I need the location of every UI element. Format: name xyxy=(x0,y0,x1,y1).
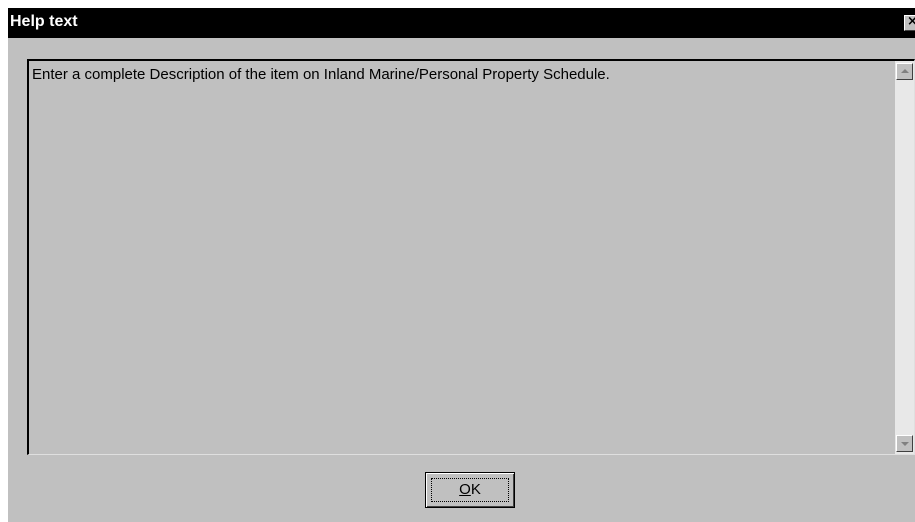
ok-button[interactable]: OK xyxy=(425,472,515,508)
help-text-content: Enter a complete Description of the item… xyxy=(32,66,610,83)
scroll-down-button[interactable] xyxy=(896,435,913,452)
help-text-area[interactable]: Enter a complete Description of the item… xyxy=(27,59,915,455)
scroll-down-arrow-icon xyxy=(901,442,909,446)
ok-mnemonic-letter: O xyxy=(459,481,471,498)
scroll-up-button[interactable] xyxy=(896,63,913,80)
scroll-up-arrow-icon xyxy=(901,69,909,73)
title-bar[interactable]: Help text × xyxy=(8,8,915,38)
close-button[interactable]: × xyxy=(904,14,915,31)
dialog-title: Help text xyxy=(10,13,78,30)
help-text-dialog: Help text × Enter a complete Description… xyxy=(8,8,915,522)
vertical-scrollbar[interactable] xyxy=(895,61,914,454)
close-icon: × xyxy=(907,14,915,29)
ok-button-label: OK xyxy=(426,481,514,499)
ok-label-rest: K xyxy=(470,481,481,498)
